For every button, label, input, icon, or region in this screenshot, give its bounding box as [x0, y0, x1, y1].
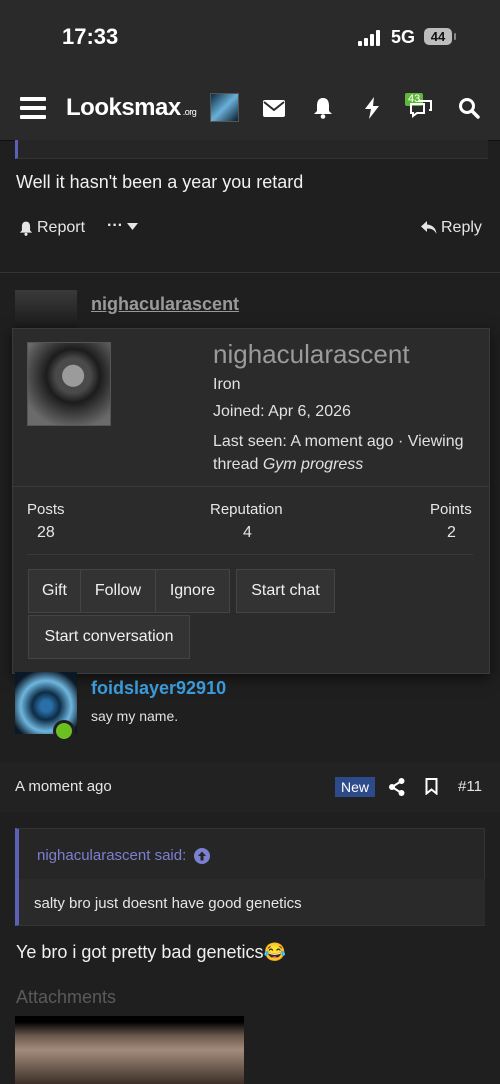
start-conversation-button[interactable]: Start conversation: [28, 615, 190, 659]
reply-label: Reply: [441, 219, 482, 236]
quote-header[interactable]: nighacularascent said:: [37, 847, 211, 864]
reputation-label: Reputation: [210, 501, 283, 518]
chat-bubbles-icon[interactable]: [408, 95, 434, 121]
bell-icon: [19, 221, 33, 236]
quote-block-partial: [15, 140, 488, 159]
quote-body: salty bro just doesnt have good genetics: [19, 879, 485, 925]
gift-button[interactable]: Gift: [28, 569, 81, 613]
user-title: say my name.: [91, 708, 179, 724]
attachments-heading: Attachments: [16, 987, 117, 1007]
post-meta-bar: A moment ago New #11: [0, 762, 500, 812]
quote-text: salty bro just doesnt have good genetics: [34, 895, 302, 912]
share-icon[interactable]: [389, 778, 405, 796]
new-badge: New: [335, 777, 376, 797]
post-actions: Report ··· Reply: [0, 215, 500, 243]
follow-button[interactable]: Follow: [80, 569, 156, 613]
arrow-up-circle-icon: [194, 847, 211, 864]
network-label: 5G: [391, 27, 416, 47]
battery-icon: 44: [424, 28, 456, 45]
divider: [27, 554, 473, 555]
bell-icon[interactable]: [310, 95, 336, 121]
more-options-button[interactable]: ···: [107, 217, 138, 235]
report-label: Report: [37, 219, 86, 236]
posts-value[interactable]: 28: [37, 524, 55, 542]
inbox-icon[interactable]: [261, 95, 287, 121]
status-bar: 17:33 5G 44: [0, 0, 500, 75]
menu-icon[interactable]: [20, 97, 46, 119]
posts-label: Posts: [27, 501, 65, 518]
member-tooltip: nighacularascent Iron Joined: Apr 6, 202…: [12, 328, 490, 674]
search-icon[interactable]: [456, 95, 482, 121]
ignore-button[interactable]: Ignore: [155, 569, 230, 613]
quote-block: nighacularascent said: salty bro just do…: [15, 828, 485, 926]
attachment-image[interactable]: [15, 1016, 244, 1084]
viewing-thread-link[interactable]: Gym progress: [263, 456, 363, 473]
post-username[interactable]: foidslayer92910: [91, 678, 226, 699]
points-label: Points: [430, 501, 472, 518]
more-label: ···: [107, 217, 123, 234]
online-indicator: [53, 720, 75, 742]
member-joined: Joined: Apr 6, 2026: [213, 403, 351, 420]
divider: [13, 486, 489, 487]
report-button[interactable]: Report: [19, 219, 85, 237]
member-last-seen: Last seen: A moment ago · Viewing thread…: [213, 433, 464, 473]
reputation-value: 4: [243, 524, 252, 541]
bookmark-icon[interactable]: [425, 778, 438, 795]
post-timestamp[interactable]: A moment ago: [15, 778, 112, 795]
account-avatar[interactable]: [210, 93, 239, 122]
post-username[interactable]: nighacularascent: [91, 294, 239, 315]
reply-icon: [421, 221, 437, 234]
top-navbar: Looksmax .org 43: [0, 75, 500, 141]
start-chat-button[interactable]: Start chat: [236, 569, 335, 613]
member-avatar[interactable]: [27, 342, 111, 426]
chevron-down-icon: [126, 222, 138, 230]
member-rank: Iron: [213, 376, 241, 393]
signal-icon: [358, 30, 384, 46]
post-number[interactable]: #11: [458, 778, 482, 795]
status-time: 17:33: [62, 24, 119, 49]
member-username[interactable]: nighacularascent: [213, 339, 410, 370]
post-message: Well it hasn't been a year you retard: [16, 172, 304, 192]
site-logo[interactable]: Looksmax .org: [66, 94, 197, 122]
quote-author: nighacularascent said:: [37, 847, 187, 864]
points-value: 2: [447, 524, 456, 541]
post-message: Ye bro i got pretty bad genetics😂: [16, 942, 286, 962]
lightning-icon[interactable]: [359, 95, 385, 121]
reply-button[interactable]: Reply: [421, 219, 482, 237]
post-divider: [0, 272, 500, 273]
